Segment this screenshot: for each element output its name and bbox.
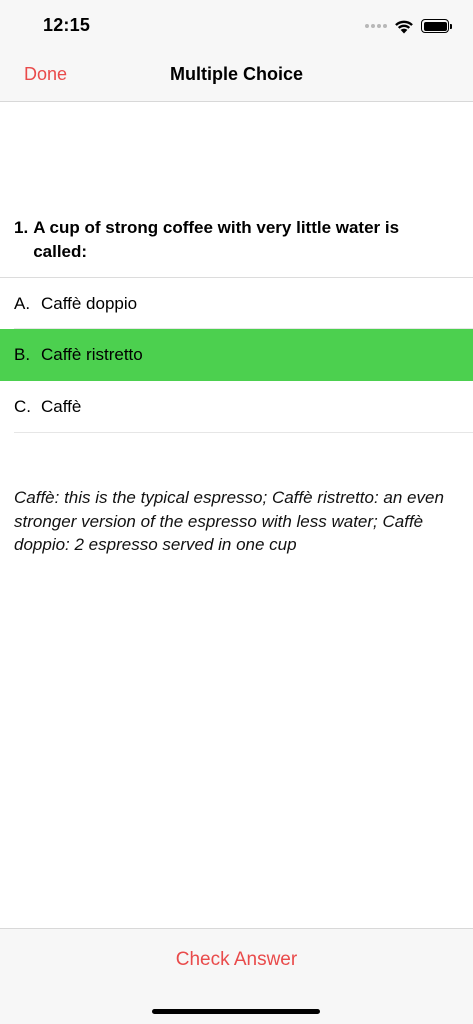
option-letter: B. [14, 345, 31, 364]
cellular-dots-icon [365, 24, 387, 28]
page-title: Multiple Choice [169, 64, 303, 84]
option-a[interactable]: A. Caffè doppio [0, 277, 473, 329]
status-icons [365, 14, 452, 38]
question-number: 1. [14, 218, 29, 237]
battery-icon [421, 19, 452, 33]
bottom-toolbar: Check Answer [0, 928, 473, 1024]
question-text: A cup of strong coffee with very little … [33, 218, 400, 261]
check-answer-button[interactable]: Check Answer [0, 949, 473, 971]
option-b[interactable]: B. Caffè ristretto [0, 329, 473, 381]
option-label: Caffè [41, 397, 82, 416]
option-letter: A. [14, 293, 31, 313]
option-c[interactable]: C. Caffè [0, 381, 473, 433]
answer-options: A. Caffè doppio B. Caffè ristretto C. Ca… [0, 277, 473, 433]
battery-fill [423, 21, 447, 31]
quiz-screen: 12:15 Done Multiple Choice 1. A cup of s… [0, 0, 473, 1024]
status-time: 12:15 [43, 15, 91, 35]
divider [14, 432, 473, 433]
home-indicator [152, 1009, 320, 1014]
navigation-bar: 12:15 Done Multiple Choice [0, 0, 473, 102]
wifi-icon [395, 20, 413, 33]
option-label: Caffè doppio [41, 293, 138, 313]
answer-explanation: Caffè: this is the typical espresso; Caf… [14, 488, 444, 554]
question: 1. A cup of strong coffee with very litt… [14, 216, 444, 264]
option-label: Caffè ristretto [41, 345, 143, 364]
option-letter: C. [14, 397, 31, 416]
